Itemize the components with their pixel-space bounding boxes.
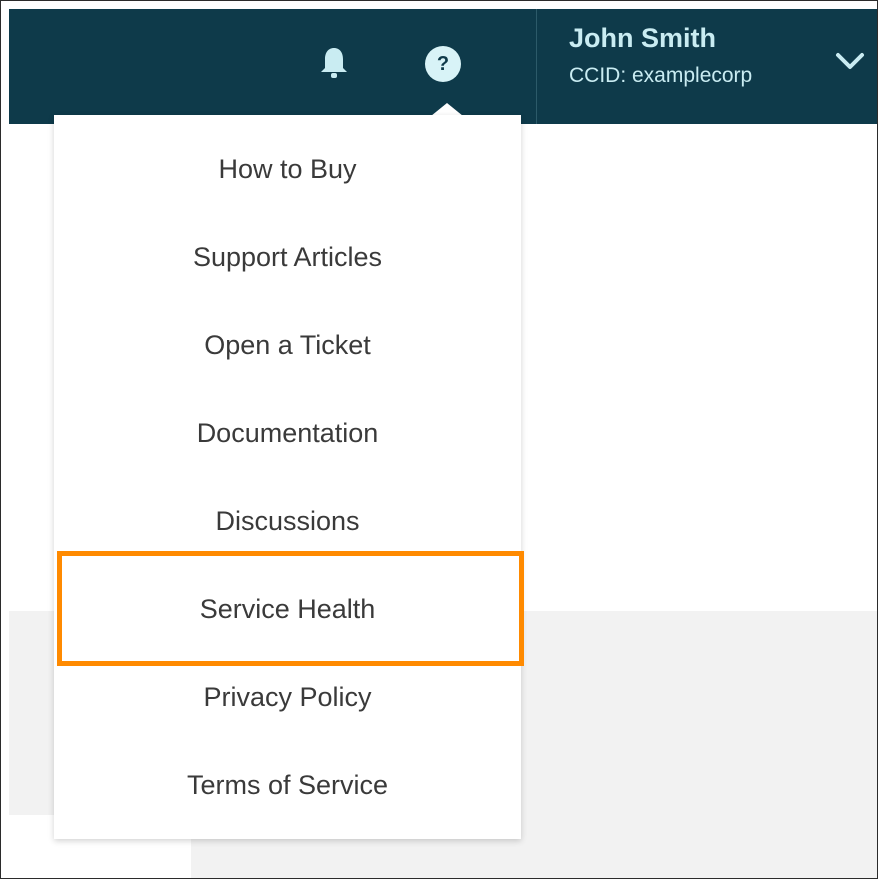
user-ccid: CCID: examplecorp (569, 64, 753, 87)
menu-item-open-a-ticket[interactable]: Open a Ticket (54, 301, 521, 389)
help-dropdown-menu: How to Buy Support Articles Open a Ticke… (54, 115, 521, 839)
app-frame: ? John Smith CCID: examplecorp How to Bu… (0, 0, 878, 879)
menu-item-terms-of-service[interactable]: Terms of Service (54, 741, 521, 829)
help-icon[interactable]: ? (425, 46, 461, 82)
bell-icon[interactable] (318, 45, 350, 81)
menu-item-how-to-buy[interactable]: How to Buy (54, 125, 521, 213)
menu-item-service-health[interactable]: Service Health (54, 565, 521, 653)
chevron-down-icon[interactable] (833, 47, 867, 75)
menu-item-documentation[interactable]: Documentation (54, 389, 521, 477)
user-name[interactable]: John Smith (569, 23, 716, 54)
menu-item-discussions[interactable]: Discussions (54, 477, 521, 565)
menu-item-privacy-policy[interactable]: Privacy Policy (54, 653, 521, 741)
menu-item-support-articles[interactable]: Support Articles (54, 213, 521, 301)
header-divider (536, 9, 537, 124)
